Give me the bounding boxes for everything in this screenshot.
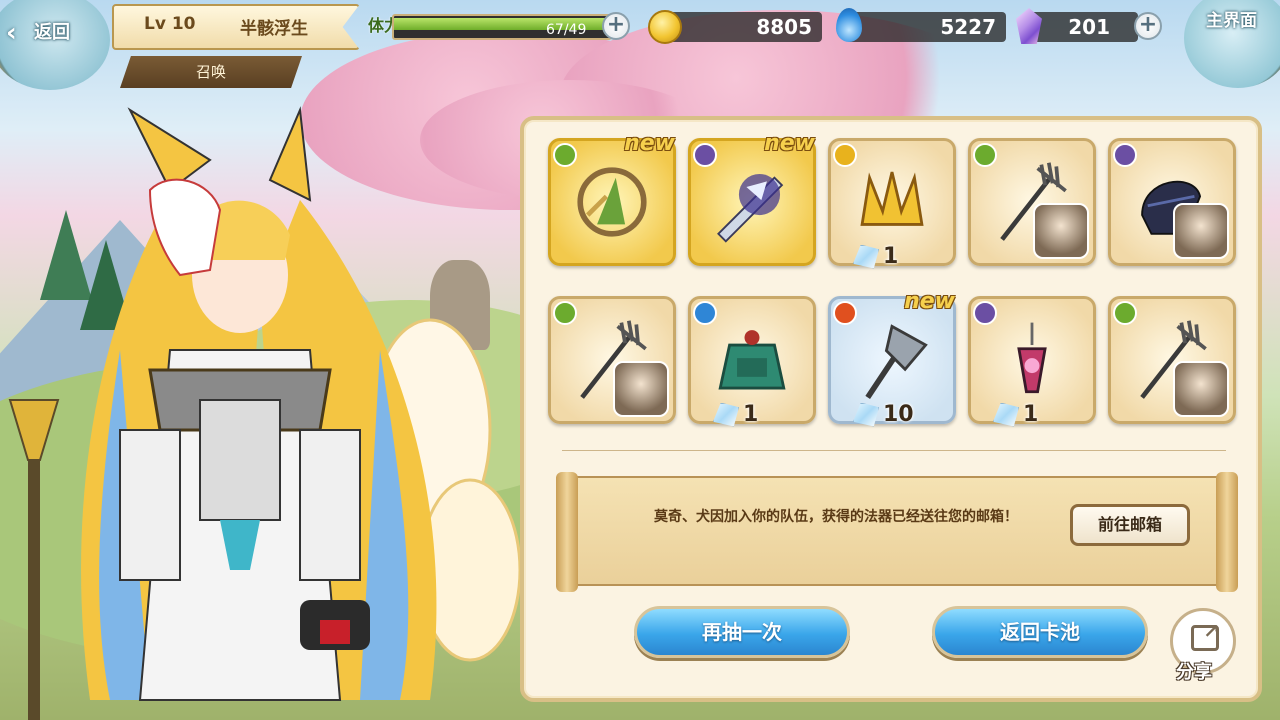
back-button-label: 返回	[34, 22, 70, 43]
shard-icon	[713, 402, 739, 427]
golden-crown-icon	[860, 171, 924, 226]
notice-scroll: 莫奇、犬因加入你的队伍，获得的法器已经送往您的邮箱！ 前往邮箱	[556, 472, 1238, 592]
back-to-pool-button[interactable]: 返回卡池	[932, 606, 1148, 658]
shard-count-value: 1	[883, 244, 899, 269]
character-illustration	[8, 106, 520, 720]
bamboo-ring-icon	[577, 167, 647, 237]
character-portrait	[1033, 203, 1089, 259]
result-item-card[interactable]: new	[548, 131, 676, 266]
add-stamina-button[interactable]: +	[602, 12, 630, 40]
shard-count-value: 10	[883, 402, 914, 427]
battle-axe-icon	[865, 324, 928, 399]
result-item-card[interactable]: new 10	[828, 289, 956, 427]
result-item-card[interactable]	[1108, 138, 1236, 266]
go-to-mailbox-button[interactable]: 前往邮箱	[1070, 504, 1190, 546]
shard-count: 1	[853, 244, 898, 269]
shard-count-value: 1	[1023, 402, 1039, 427]
shard-count: 10	[853, 402, 914, 427]
draw-again-button[interactable]: 再抽一次	[634, 606, 850, 658]
gold-amount: 8805	[662, 12, 822, 42]
pendulum-charm-icon	[1017, 322, 1047, 394]
new-badge: new	[904, 289, 955, 314]
shard-icon	[993, 402, 1019, 427]
result-item-card[interactable]	[968, 138, 1096, 266]
player-level: Lv 10	[144, 14, 196, 34]
character-portrait	[613, 361, 669, 417]
result-item-card[interactable]: 1	[828, 138, 956, 269]
share-button-label: 分享	[1176, 662, 1212, 683]
divider	[562, 450, 1226, 451]
player-name: 半骸浮生	[240, 19, 308, 39]
water-drop-icon	[836, 8, 862, 42]
result-item-card[interactable]	[548, 296, 676, 424]
new-badge: new	[764, 131, 815, 156]
shard-icon	[853, 402, 879, 427]
shard-icon	[853, 244, 879, 269]
result-item-card[interactable]	[1108, 296, 1236, 424]
result-item-card[interactable]: new	[688, 131, 816, 266]
shard-count: 1	[993, 402, 1038, 427]
gold-coin-icon	[648, 10, 682, 44]
stamina-value: 67/49	[546, 22, 587, 38]
section-tab-summon: 召唤	[120, 56, 302, 88]
shard-count-value: 1	[743, 402, 759, 427]
add-crystal-button[interactable]: +	[1134, 12, 1162, 40]
share-arrow-icon: ↗	[1203, 619, 1220, 643]
water-amount: 5227	[846, 12, 1006, 42]
result-item-card[interactable]: 1	[688, 296, 816, 427]
result-item-card[interactable]: 1	[968, 296, 1096, 427]
character-portrait	[1173, 361, 1229, 417]
character-portrait	[1173, 203, 1229, 259]
jade-bell-icon	[718, 330, 786, 390]
spirit-sword-icon	[717, 173, 784, 243]
crystal-amount: 201	[1026, 12, 1138, 42]
home-button-label: 主界面	[1206, 11, 1257, 31]
notice-text: 莫奇、犬因加入你的队伍，获得的法器已经送往您的邮箱！	[654, 509, 1018, 525]
shard-count: 1	[713, 402, 758, 427]
new-badge: new	[624, 131, 675, 156]
chevron-left-icon: ‹	[6, 18, 17, 48]
summon-result-panel: new new 1 1 new 10 1 莫奇、犬因加入你的队伍，获得的法器已经送往您的邮箱…	[520, 116, 1262, 702]
